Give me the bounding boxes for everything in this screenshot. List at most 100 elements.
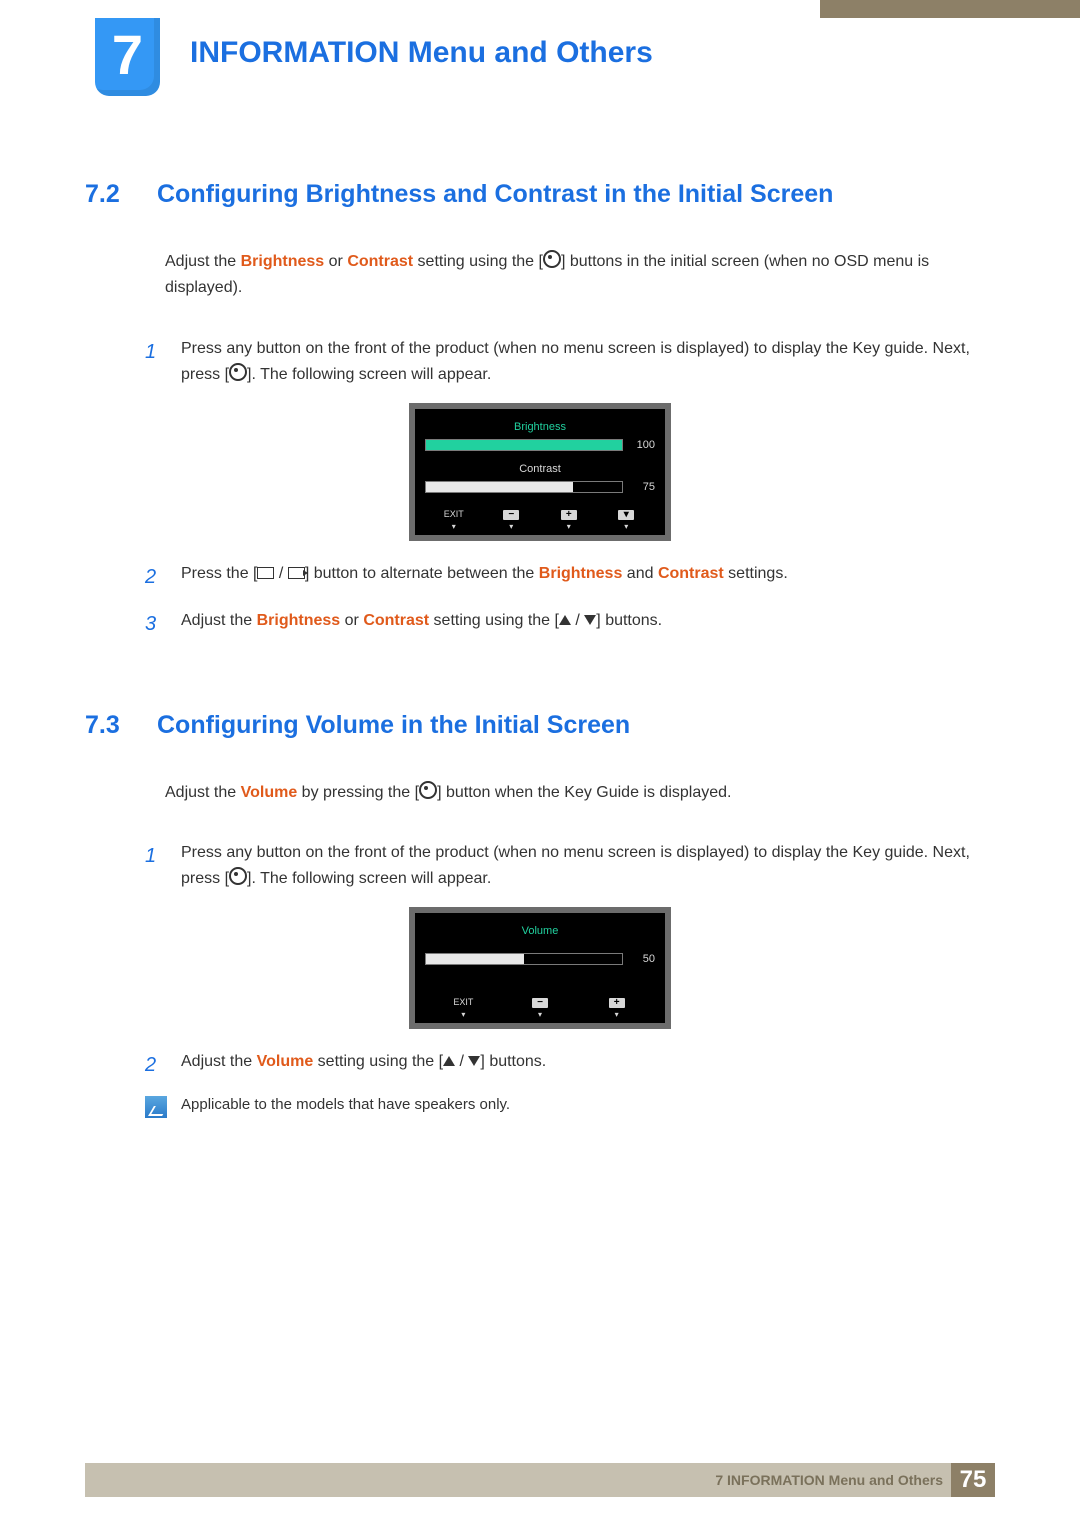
osd-brightness-value: 100 xyxy=(631,439,655,451)
text: or xyxy=(340,612,363,629)
osd-minus-button: − xyxy=(502,997,579,1008)
page-content: 7.2 Configuring Brightness and Contrast … xyxy=(85,180,995,1118)
text: Adjust the xyxy=(181,612,257,629)
step-text: Adjust the Brightness or Contrast settin… xyxy=(181,608,662,641)
step-number: 1 xyxy=(145,840,163,893)
target-icon xyxy=(543,250,561,268)
osd-volume-label: Volume xyxy=(425,925,655,937)
keyword-brightness: Brightness xyxy=(257,612,341,629)
section-number: 7.2 xyxy=(85,180,133,209)
osd-contrast-label: Contrast xyxy=(425,463,655,475)
text: by pressing the [ xyxy=(297,784,419,801)
section2-step-1: 1 Press any button on the front of the p… xyxy=(145,840,995,893)
text: ] button to alternate between the xyxy=(305,565,539,582)
text: Adjust the xyxy=(165,784,241,801)
osd-exit-button: EXIT xyxy=(425,997,502,1008)
keyword-contrast: Contrast xyxy=(363,612,429,629)
section-title: Configuring Brightness and Contrast in t… xyxy=(157,180,833,209)
target-icon xyxy=(419,781,437,799)
section2-step-2: 2 Adjust the Volume setting using the [ … xyxy=(145,1049,995,1082)
text: setting using the [ xyxy=(429,612,559,629)
down-icon: ▾ xyxy=(618,510,634,520)
osd-brightness-fill xyxy=(426,440,622,450)
text: Adjust the xyxy=(181,1053,257,1070)
osd-down-button: ▾ xyxy=(598,509,656,520)
text: settings. xyxy=(724,565,788,582)
osd-contrast-fill xyxy=(426,482,573,492)
section1-intro: Adjust the Brightness or Contrast settin… xyxy=(165,249,995,302)
arrow-down-icon: ▾ xyxy=(540,522,598,531)
source-icon xyxy=(288,567,305,579)
note-text: Applicable to the models that have speak… xyxy=(181,1096,510,1113)
target-icon xyxy=(229,867,247,885)
section-heading-7-2: 7.2 Configuring Brightness and Contrast … xyxy=(85,180,995,209)
osd-contrast-bar xyxy=(425,481,623,493)
text: Adjust the xyxy=(165,253,241,270)
keyword-contrast: Contrast xyxy=(658,565,724,582)
step-number: 1 xyxy=(145,336,163,389)
section1-step-2: 2 Press the [ / ] button to alternate be… xyxy=(145,561,995,594)
triangle-down-icon xyxy=(584,615,596,625)
osd-volume: Volume 50 EXIT − + ▾ ▾ ▾ xyxy=(409,907,671,1029)
arrow-down-icon: ▾ xyxy=(578,1010,655,1019)
osd-brightness-row: 100 xyxy=(425,439,655,451)
section2-intro: Adjust the Volume by pressing the [] but… xyxy=(165,780,995,806)
osd-inner: Brightness 100 Contrast 75 EXIT − + ▾ xyxy=(415,409,665,535)
step-text: Press any button on the front of the pro… xyxy=(181,336,995,389)
menu-icon xyxy=(257,567,274,579)
step-number: 2 xyxy=(145,561,163,594)
text: ]. The following screen will appear. xyxy=(247,870,491,887)
page-footer: 7 INFORMATION Menu and Others 75 xyxy=(85,1463,995,1497)
note-icon xyxy=(145,1096,167,1118)
footer-chapter-text: 7 INFORMATION Menu and Others xyxy=(715,1472,943,1488)
step-number: 2 xyxy=(145,1049,163,1082)
section2-note: Applicable to the models that have speak… xyxy=(145,1096,995,1118)
triangle-up-icon xyxy=(559,615,571,625)
osd-contrast-value: 75 xyxy=(631,481,655,493)
osd-brightness-bar xyxy=(425,439,623,451)
osd-plus-button: + xyxy=(578,997,655,1008)
text: ] buttons. xyxy=(596,612,662,629)
target-icon xyxy=(229,363,247,381)
osd-arrow-row: ▾ ▾ ▾ xyxy=(425,1010,655,1019)
text: ]. The following screen will appear. xyxy=(247,366,491,383)
section-7-3: 7.3 Configuring Volume in the Initial Sc… xyxy=(85,711,995,1118)
section1-step-3: 3 Adjust the Brightness or Contrast sett… xyxy=(145,608,995,641)
osd-button-row: EXIT − + ▾ xyxy=(425,505,655,522)
text: ] button when the Key Guide is displayed… xyxy=(437,784,731,801)
arrow-down-icon: ▾ xyxy=(483,522,541,531)
osd-volume-row: 50 xyxy=(425,953,655,965)
osd-brightness-contrast: Brightness 100 Contrast 75 EXIT − + ▾ xyxy=(409,403,671,541)
header-accent-bar xyxy=(820,0,1080,18)
arrow-down-icon: ▾ xyxy=(598,522,656,531)
text: and xyxy=(622,565,658,582)
osd-contrast-row: 75 xyxy=(425,481,655,493)
minus-icon: − xyxy=(532,998,548,1008)
osd-volume-value: 50 xyxy=(631,953,655,965)
arrow-down-icon: ▾ xyxy=(502,1010,579,1019)
osd-volume-fill xyxy=(426,954,524,964)
step-text: Adjust the Volume setting using the [ / … xyxy=(181,1049,546,1082)
keyword-volume: Volume xyxy=(257,1053,314,1070)
arrow-down-icon: ▾ xyxy=(425,522,483,531)
text: setting using the [ xyxy=(413,253,543,270)
chapter-title: INFORMATION Menu and Others xyxy=(190,36,653,70)
section-number: 7.3 xyxy=(85,711,133,740)
footer-page-number: 75 xyxy=(951,1463,995,1497)
step-text: Press the [ / ] button to alternate betw… xyxy=(181,561,788,594)
section-title: Configuring Volume in the Initial Screen xyxy=(157,711,630,740)
section-heading-7-3: 7.3 Configuring Volume in the Initial Sc… xyxy=(85,711,995,740)
arrow-down-icon: ▾ xyxy=(425,1010,502,1019)
text: or xyxy=(324,253,347,270)
triangle-down-icon xyxy=(468,1056,480,1066)
step-number: 3 xyxy=(145,608,163,641)
osd-brightness-label: Brightness xyxy=(425,421,655,433)
osd-inner: Volume 50 EXIT − + ▾ ▾ ▾ xyxy=(415,913,665,1023)
keyword-contrast: Contrast xyxy=(347,253,413,270)
triangle-up-icon xyxy=(443,1056,455,1066)
keyword-brightness: Brightness xyxy=(539,565,623,582)
text: ] buttons. xyxy=(480,1053,546,1070)
osd-volume-bar xyxy=(425,953,623,965)
osd-exit-button: EXIT xyxy=(425,509,483,520)
osd-arrow-row: ▾ ▾ ▾ ▾ xyxy=(425,522,655,531)
